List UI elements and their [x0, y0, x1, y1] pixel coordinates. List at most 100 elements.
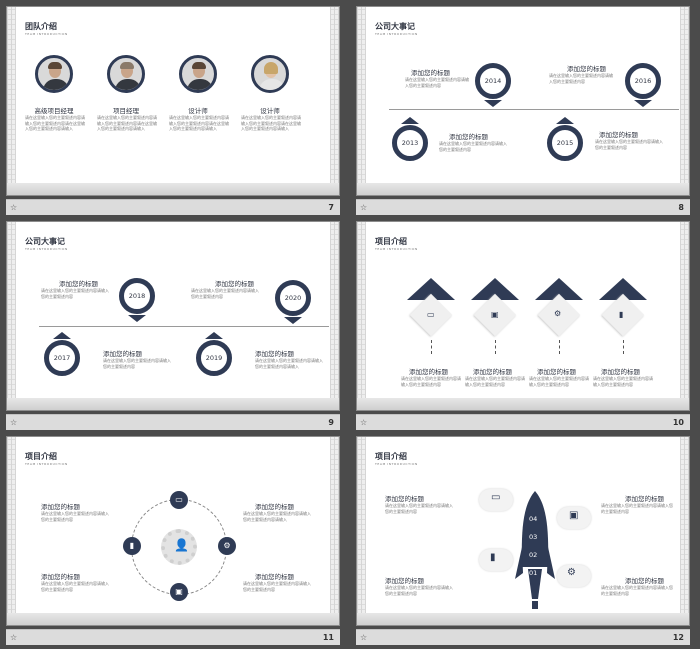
item-heading: 添加您的标题: [255, 503, 294, 511]
slide-canvas: 项目介绍 TEAM INTRODUCTION ▭ ▣ ⚙ ▮ 添加您的标题 请在…: [356, 221, 690, 411]
item-heading: 添加您的标题: [409, 368, 448, 376]
slide-title: 公司大事记: [25, 237, 65, 246]
frame-bottom: [357, 183, 689, 195]
slide-footer: ☆ 9: [6, 414, 340, 430]
rocket-number: 01: [529, 569, 538, 577]
event-desc: 请在这里输入您的主要叙述内容请输入您的主要叙述内容: [191, 288, 259, 299]
item-desc: 请在这里输入您的主要叙述内容请输入您的主要叙述内容: [465, 376, 525, 387]
member-photo: [107, 55, 145, 93]
frame-left: [357, 437, 366, 625]
item-desc: 请在这里输入您的主要叙述内容请输入您的主要叙述内容: [385, 503, 453, 514]
ring-pin: [128, 315, 146, 322]
frame-right: [680, 437, 689, 625]
bag-icon[interactable]: ▣: [170, 583, 188, 601]
item-desc: 请在这里输入您的主要叙述内容请输入您的主要叙述内容: [41, 511, 109, 522]
star-icon[interactable]: ☆: [10, 633, 17, 642]
item-desc: 请在这里输入您的主要叙述内容请输入您的主要叙述内容: [243, 581, 311, 592]
timeline-line: [389, 109, 679, 110]
frame-right: [680, 222, 689, 410]
item-desc: 请在这里输入您的主要叙述内容请输入您的主要叙述内容: [601, 585, 673, 596]
star-icon[interactable]: ☆: [360, 418, 367, 427]
item-heading: 添加您的标题: [625, 577, 664, 585]
item-desc: 请在这里输入您的主要叙述内容请输入您的主要叙述内容: [401, 376, 461, 387]
slide-content: 公司大事记 TEAM INTRODUCTION 添加您的标题 请在这里输入您的主…: [369, 13, 679, 183]
connector: [431, 340, 432, 354]
slide-canvas: 团队介绍 TEAM INTRODUCTION 高级项目经理 请在这里输入您的主要…: [6, 6, 340, 196]
slide-footer: ☆ 11: [6, 629, 340, 645]
star-icon[interactable]: ☆: [360, 633, 367, 642]
slide-title: 团队介绍: [25, 22, 57, 31]
slide-subtitle: TEAM INTRODUCTION: [375, 247, 418, 251]
event-heading: 添加您的标题: [567, 65, 606, 73]
bar-chart-icon[interactable]: ▮: [123, 537, 141, 555]
item-desc: 请在这里输入您的主要叙述内容请输入您的主要叙述内容请输入: [243, 511, 311, 522]
star-icon[interactable]: ☆: [360, 203, 367, 212]
slide-title: 项目介绍: [375, 237, 407, 246]
item-heading: 添加您的标题: [385, 495, 424, 503]
event-desc: 请在这里输入您的主要叙述内容请输入您的主要叙述内容: [439, 141, 507, 152]
event-heading: 添加您的标题: [215, 280, 254, 288]
connector: [495, 340, 496, 354]
item-heading: 添加您的标题: [601, 368, 640, 376]
gears-icon: ⚙: [567, 567, 576, 578]
frame-bottom: [357, 613, 689, 625]
year-ring: 2018: [119, 278, 155, 314]
item-desc: 请在这里输入您的主要叙述内容请输入您的主要叙述内容: [601, 503, 673, 514]
slide-canvas: 公司大事记 TEAM INTRODUCTION 添加您的标题 请在这里输入您的主…: [356, 6, 690, 196]
rocket-number: 04: [529, 515, 538, 523]
slide-number: 10: [672, 418, 684, 427]
member-photo: [35, 55, 73, 93]
cloud-bubble: [479, 549, 513, 571]
member-desc: 请在这里输入您的主要叙述内容请输入您的主要叙述内容请在这里输入您的主要叙述内容请…: [241, 115, 301, 131]
star-icon[interactable]: ☆: [10, 203, 17, 212]
slide-subtitle: TEAM INTRODUCTION: [25, 462, 68, 466]
frame-right: [330, 437, 339, 625]
ring-pin: [205, 332, 223, 339]
event-desc: 请在这里输入您的主要叙述内容请输入您的主要叙述内容请输入: [255, 358, 323, 369]
member-desc: 请在这里输入您的主要叙述内容请输入您的主要叙述内容请在这里输入您的主要叙述内容请…: [25, 115, 85, 131]
frame-left: [7, 437, 16, 625]
event-heading: 添加您的标题: [255, 350, 294, 358]
member-photo: [251, 55, 289, 93]
frame-right: [330, 222, 339, 410]
slide-footer: ☆ 8: [356, 199, 690, 215]
event-desc: 请在这里输入您的主要叙述内容请输入您的主要叙述内容: [595, 139, 663, 150]
slide-content: 项目介绍 TEAM INTRODUCTION ▭ ▣ ⚙ ▮ 添加您的标题 请在…: [369, 228, 677, 398]
briefcase-icon: ▣: [569, 510, 579, 521]
slide-subtitle: TEAM INTRODUCTION: [375, 462, 418, 466]
slide-footer: ☆ 10: [356, 414, 690, 430]
user-icon: 👤: [174, 538, 189, 552]
rocket-number: 03: [529, 533, 538, 541]
slide-title: 公司大事记: [375, 22, 415, 31]
slide-title: 项目介绍: [25, 452, 57, 461]
ring-pin: [53, 332, 71, 339]
item-heading: 添加您的标题: [385, 577, 424, 585]
slide-content: 公司大事记 TEAM INTRODUCTION 添加您的标题 请在这里输入您的主…: [19, 228, 329, 398]
connector: [559, 340, 560, 354]
timeline-line: [39, 326, 329, 327]
year-ring: 2014: [475, 63, 511, 99]
gears-icon[interactable]: ⚙: [218, 537, 236, 555]
event-heading: 添加您的标题: [599, 131, 638, 139]
slide-subtitle: TEAM INTRODUCTION: [25, 247, 68, 251]
frame-bottom: [7, 613, 339, 625]
slide-subtitle: TEAM INTRODUCTION: [25, 32, 68, 36]
star-icon[interactable]: ☆: [10, 418, 17, 427]
ring-pin: [401, 117, 419, 124]
frame-right: [330, 7, 339, 195]
chat-icon: ▭: [491, 492, 501, 503]
event-heading: 添加您的标题: [103, 350, 142, 358]
chat-icon[interactable]: ▭: [170, 491, 188, 509]
member-role: 高级项目经理: [34, 107, 74, 115]
item-heading: 添加您的标题: [41, 503, 80, 511]
ring-pin: [556, 117, 574, 124]
rocket: [515, 491, 555, 609]
frame-left: [357, 222, 366, 410]
item-desc: 请在这里输入您的主要叙述内容请输入您的主要叙述内容: [385, 585, 453, 596]
bar-chart-icon: ▮: [490, 552, 496, 563]
bar-chart-icon: ▮: [619, 310, 624, 319]
event-desc: 请在这里输入您的主要叙述内容请输入您的主要叙述内容: [103, 358, 171, 369]
slide-title: 项目介绍: [375, 452, 407, 461]
slide-footer: ☆ 7: [6, 199, 340, 215]
event-desc: 请在这里输入您的主要叙述内容请输入您的主要叙述内容: [41, 288, 109, 299]
